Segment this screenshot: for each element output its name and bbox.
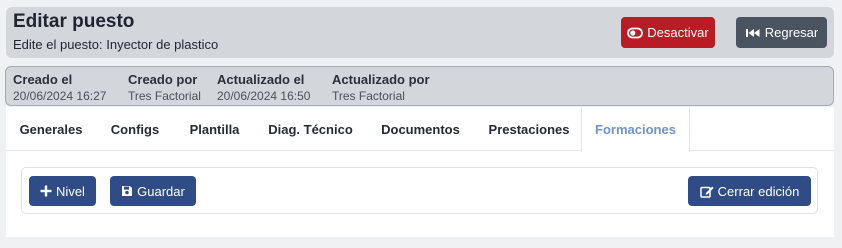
add-level-button[interactable]: Nivel xyxy=(29,176,96,206)
tab-documentos[interactable]: Documentos xyxy=(366,107,475,151)
meta-value: 20/06/2024 16:50 xyxy=(217,89,311,103)
plus-icon xyxy=(40,185,52,197)
audit-info: Creado el 20/06/2024 16:27 Creado por Tr… xyxy=(5,66,834,106)
backward-icon xyxy=(745,27,761,39)
save-button[interactable]: Guardar xyxy=(110,176,196,206)
close-edit-label: Cerrar edición xyxy=(717,183,800,199)
meta-value: 20/06/2024 16:27 xyxy=(13,89,107,103)
save-icon xyxy=(121,185,133,197)
meta-updated-by: Actualizado por Tres Factorial xyxy=(332,71,430,104)
deactivate-button[interactable]: Desactivar xyxy=(621,17,715,48)
back-label: Regresar xyxy=(764,25,819,40)
meta-updated-at: Actualizado el 20/06/2024 16:50 xyxy=(217,71,310,104)
meta-label: Actualizado por xyxy=(332,72,430,87)
tab-configs[interactable]: Configs xyxy=(96,107,174,151)
close-edit-button[interactable]: Cerrar edición xyxy=(688,176,811,206)
page-subtitle: Edite el puesto: Inyector de plastico xyxy=(13,37,219,52)
add-level-label: Nivel xyxy=(56,183,85,199)
page-title: Editar puesto xyxy=(13,11,135,32)
deactivate-label: Desactivar xyxy=(647,25,709,40)
tab-prestaciones[interactable]: Prestaciones xyxy=(475,107,583,151)
tab-generales[interactable]: Generales xyxy=(6,107,96,151)
tab-bar: Generales Configs Plantilla Diag. Técnic… xyxy=(6,107,834,152)
meta-created-by: Creado por Tres Factorial xyxy=(128,71,201,104)
back-button[interactable]: Regresar xyxy=(736,17,827,48)
meta-label: Creado el xyxy=(13,72,73,87)
tab-plantilla[interactable]: Plantilla xyxy=(174,107,255,151)
toggle-off-icon xyxy=(627,27,644,39)
meta-value: Tres Factorial xyxy=(332,89,405,103)
tab-diag-tecnico[interactable]: Diag. Técnico xyxy=(255,107,366,151)
meta-label: Actualizado el xyxy=(217,72,305,87)
main-panel: Generales Configs Plantilla Diag. Técnic… xyxy=(6,107,834,237)
page-header: Editar puesto Edite el puesto: Inyector … xyxy=(6,7,834,58)
edit-icon xyxy=(699,185,714,198)
tab-formaciones[interactable]: Formaciones xyxy=(581,107,690,152)
save-label: Guardar xyxy=(137,183,185,199)
meta-label: Creado por xyxy=(128,72,198,87)
meta-value: Tres Factorial xyxy=(128,89,201,103)
formaciones-toolbar: Nivel Guardar Cerrar edición xyxy=(21,167,818,214)
meta-created-at: Creado el 20/06/2024 16:27 xyxy=(13,71,106,104)
